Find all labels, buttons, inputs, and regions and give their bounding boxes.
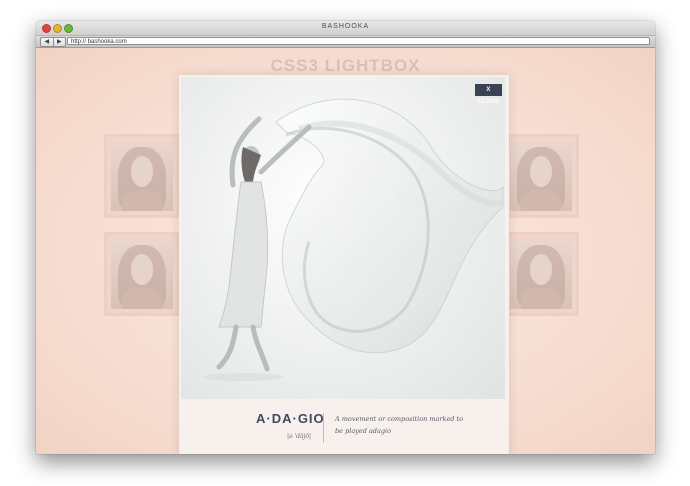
lightbox-modal: X CLOSE A·DA·GIO |ə 'däjō| A movement or…: [179, 75, 509, 454]
gallery-thumbnail[interactable]: [104, 232, 180, 316]
thumbnail-image: [111, 239, 173, 309]
back-arrow-icon[interactable]: ◀: [41, 38, 53, 46]
close-button[interactable]: X CLOSE: [475, 84, 502, 105]
dancer-illustration: [203, 98, 505, 381]
page-content: CSS3 LIGHTBOX X CLOSE A·DA·GIO |ə 'däjō|…: [36, 48, 655, 454]
caption-pronunciation: |ə 'däjō|: [287, 433, 312, 440]
title-bar: BASHOOKA: [36, 21, 655, 36]
nav-buttons: ◀ ▶: [40, 37, 66, 47]
caption-word: A·DA·GIO: [256, 411, 325, 426]
thumbnail-image: [510, 239, 572, 309]
window-title: BASHOOKA: [321, 23, 370, 30]
lightbox-image: X CLOSE: [181, 77, 505, 399]
thumbnail-image: [111, 141, 173, 211]
caption-divider: [323, 413, 324, 443]
gallery-thumbnail[interactable]: [503, 134, 579, 218]
forward-arrow-icon[interactable]: ▶: [52, 38, 66, 46]
browser-window: BASHOOKA ◀ ▶ http:// bashooka.com CSS3 L…: [36, 21, 655, 454]
browser-toolbar: ◀ ▶ http:// bashooka.com: [36, 36, 655, 48]
caption-definition: A movement or composition marked to be p…: [335, 415, 464, 435]
site-logo: CSS3 LIGHTBOX: [270, 56, 421, 75]
gallery-thumbnail[interactable]: [503, 232, 579, 316]
lightbox-caption: A·DA·GIO |ə 'däjō| A movement or composi…: [179, 405, 509, 454]
thumbnail-image: [510, 141, 572, 211]
url-field[interactable]: http:// bashooka.com: [67, 37, 650, 45]
gallery-thumbnail[interactable]: [104, 134, 180, 218]
